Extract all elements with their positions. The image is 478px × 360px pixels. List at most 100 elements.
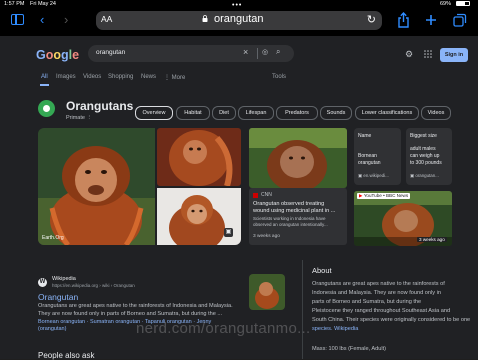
news-age: 3 weeks ago — [253, 234, 280, 239]
fact-value-line3: to 300 pounds — [410, 160, 442, 166]
fact-label: Name — [358, 133, 372, 139]
news-headline-line2[interactable]: wound using medicinal plant in ... — [253, 208, 335, 214]
google-logo[interactable]: Google — [36, 48, 79, 62]
logo-letter: e — [72, 48, 80, 62]
apps-grid-icon[interactable] — [424, 50, 432, 58]
search-icon[interactable]: ⌕ — [276, 47, 280, 57]
share-icon[interactable] — [397, 12, 410, 28]
image-credit: Earth.Org — [42, 235, 64, 241]
news-headline-line1[interactable]: Orangutan observed treating — [253, 201, 324, 207]
fact-source-text: orangutan... — [415, 173, 439, 178]
address-bar[interactable]: AA orangutan ↻ — [96, 11, 382, 30]
sign-in-button[interactable]: Sign in — [440, 48, 468, 62]
fact-source: ▣ en.wikipedi... — [358, 173, 389, 178]
logo-letter: G — [36, 48, 46, 62]
google-search-box[interactable]: orangutan × ◎ ⌕ — [88, 45, 294, 62]
entity-type: Primate — [66, 115, 85, 121]
news-source: CNN — [261, 192, 272, 198]
multitask-dots-icon[interactable]: ••• — [232, 2, 242, 9]
lens-icon[interactable]: ◎ — [262, 48, 268, 56]
chip-overview[interactable]: Overview — [135, 106, 173, 120]
new-tab-icon[interactable] — [425, 14, 437, 26]
sidebar-icon[interactable] — [11, 14, 24, 25]
reload-icon[interactable]: ↻ — [367, 13, 376, 26]
tabs-icon[interactable] — [453, 13, 467, 27]
forward-icon[interactable]: › — [64, 13, 68, 27]
about-wikipedia-link[interactable]: species. Wikipedia — [312, 326, 358, 332]
size-fact-card[interactable]: Biggest size adult males can weigh up to… — [406, 128, 452, 185]
mass-fact: Mass: 100 lbs (Female, Adult) — [312, 346, 386, 352]
clear-icon[interactable]: × — [243, 47, 248, 57]
status-date: Fri May 24 — [30, 1, 56, 7]
orangutan-image-2[interactable] — [157, 128, 241, 186]
text-size-button[interactable]: AA — [101, 14, 112, 24]
result-sitelinks-line2[interactable]: (orangutan) — [38, 326, 66, 332]
tools-button[interactable]: Tools — [272, 74, 286, 80]
youtube-icon: ▶ — [359, 193, 363, 198]
address-text[interactable]: orangutan — [214, 13, 264, 25]
fact-value-line2: can weigh up — [410, 153, 440, 159]
video-source: ▶ YouTube • BBC News — [357, 193, 411, 199]
news-body-line1: Scientists working in Indonesia have — [253, 216, 326, 221]
logo-letter: g — [61, 48, 69, 62]
more-options-icon[interactable]: ⋮ — [86, 115, 92, 121]
wikipedia-icon: W — [38, 278, 47, 287]
fact-value-line1: adult males — [410, 146, 436, 152]
result-site-name[interactable]: Wikipedia — [52, 276, 76, 282]
video-source-text: YouTube • BBC News — [363, 193, 409, 198]
gear-icon[interactable]: ⚙ — [405, 49, 413, 60]
result-snippet-line1: Orangutans are great apes native to the … — [38, 303, 233, 309]
video-age: 3 weeks ago — [417, 237, 447, 242]
fact-value-line1: Bornean — [358, 153, 377, 159]
orangutan-main-image[interactable]: Earth.Org — [38, 128, 155, 245]
cnn-news-card[interactable]: CNN Orangutan observed treating wound us… — [249, 188, 347, 245]
about-line: Pleistocene they ranged throughout South… — [312, 308, 451, 314]
status-time: 1:57 PM — [4, 1, 25, 7]
cnn-logo-icon — [253, 193, 258, 198]
youtube-video-card[interactable]: ▶ YouTube • BBC News 3 weeks ago — [354, 191, 452, 246]
panel-divider — [302, 260, 303, 359]
chip-lifespan[interactable]: Lifespan — [238, 106, 274, 120]
fact-label: Biggest size — [410, 133, 437, 139]
entity-title: Orangutans — [66, 99, 134, 113]
cnn-article-image[interactable] — [249, 128, 347, 188]
result-url[interactable]: https://en.wikipedia.org › wiki › Orangu… — [52, 283, 135, 288]
fact-source-text: en.wikipedi... — [363, 173, 389, 178]
search-divider — [257, 48, 258, 59]
about-line: South China. Their species were original… — [312, 317, 471, 323]
tab-images[interactable]: Images — [56, 74, 76, 80]
watermark-text: nerd.com/orangutanmo... — [136, 320, 311, 337]
name-fact-card[interactable]: Name Bornean orangutan ▣ en.wikipedi... — [354, 128, 401, 185]
back-icon[interactable]: ‹ — [40, 13, 44, 27]
about-line: parts of Borneo and Sumatra, but during … — [312, 299, 422, 305]
lock-icon — [202, 15, 208, 22]
entity-icon — [38, 100, 55, 117]
battery-level: 69% — [440, 1, 452, 7]
chip-habitat[interactable]: Habitat — [176, 106, 210, 120]
logo-letter: o — [53, 48, 62, 62]
chip-predators[interactable]: Predators — [276, 106, 318, 120]
result-snippet-line2: They are now found only in parts of Born… — [38, 311, 223, 317]
about-heading: About — [312, 266, 332, 275]
tab-shopping[interactable]: Shopping — [108, 74, 133, 80]
image-search-icon[interactable]: ▣ — [224, 228, 233, 237]
chip-sounds[interactable]: Sounds — [320, 106, 352, 120]
about-line: Indonesia and Malaysia. They are now fou… — [312, 290, 441, 296]
tab-videos[interactable]: Videos — [83, 74, 101, 80]
fact-value-line2: orangutan — [358, 160, 381, 166]
news-body-line2: observed an orangutan intentionally... — [253, 222, 328, 227]
tab-more[interactable]: ⋮ More — [164, 74, 185, 81]
search-query[interactable]: orangutan — [96, 49, 125, 56]
chip-videos[interactable]: Videos — [421, 106, 451, 120]
fact-source: ▣ orangutan... — [410, 173, 439, 178]
active-tab-indicator — [40, 84, 49, 86]
result-title[interactable]: Orangutan — [38, 292, 78, 302]
entity-subtitle: Primate ⋮ — [66, 115, 92, 121]
orangutan-image-3[interactable]: ▣ — [157, 188, 241, 245]
tab-news[interactable]: News — [141, 74, 156, 80]
result-thumbnail[interactable] — [249, 274, 285, 310]
tab-all[interactable]: All — [41, 74, 48, 80]
chip-diet[interactable]: Diet — [212, 106, 236, 120]
battery-icon — [456, 1, 470, 6]
chip-lower-classifications[interactable]: Lower classifications — [355, 106, 419, 120]
